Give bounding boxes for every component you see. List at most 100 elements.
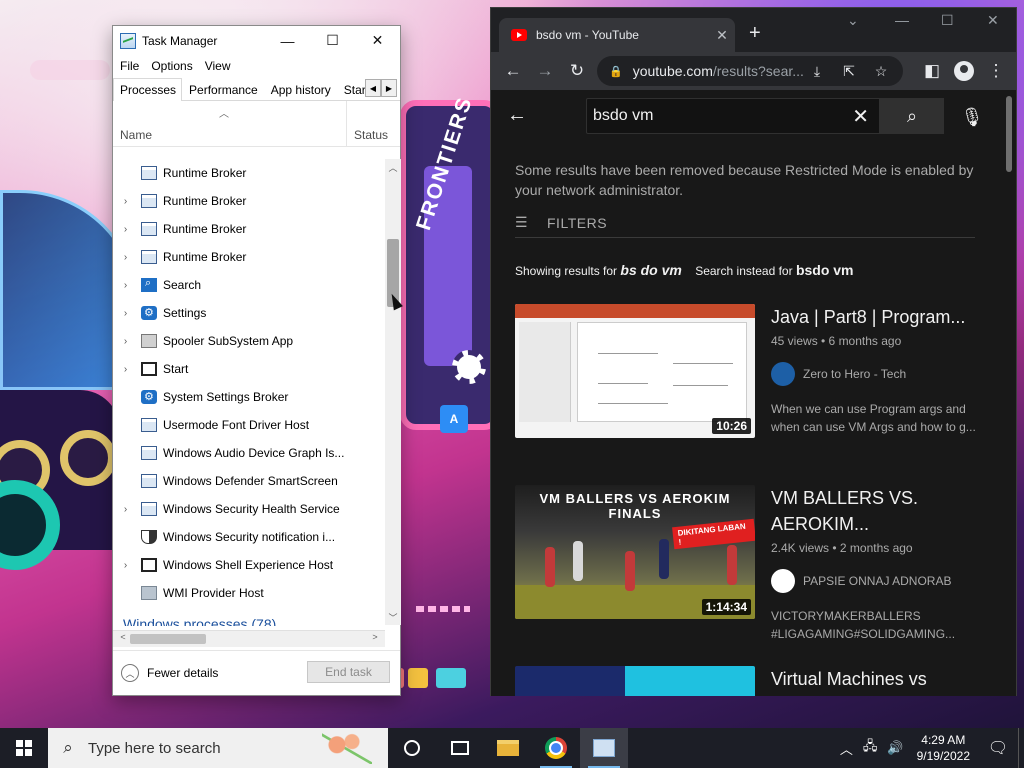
video-result[interactable]: Virtual Machines vs Containers — [515, 666, 985, 696]
scroll-right-icon[interactable]: > — [367, 632, 383, 642]
scroll-left-icon[interactable]: < — [115, 632, 131, 642]
task-manager-titlebar[interactable]: Task Manager — ☐ ✕ — [113, 26, 400, 55]
reload-icon[interactable]: ↻ — [561, 55, 593, 87]
channel-row[interactable]: Zero to Hero - Tech — [771, 362, 985, 386]
tab-search-icon[interactable]: ⌄ — [847, 12, 859, 29]
process-list-scrollbar[interactable]: ︿ ﹀ — [385, 159, 401, 625]
menu-view[interactable]: View — [204, 59, 238, 73]
show-desktop-button[interactable] — [1018, 728, 1024, 768]
process-row[interactable]: Windows Security notification i... — [113, 523, 385, 551]
process-row[interactable]: › Start — [113, 355, 385, 383]
expand-chevron-icon[interactable]: › — [113, 252, 135, 263]
clock[interactable]: 4:29 AM 9/19/2022 — [909, 732, 978, 764]
video-thumbnail[interactable] — [515, 666, 755, 696]
menu-options[interactable]: Options — [150, 59, 199, 73]
original-term-link[interactable]: bsdo vm — [796, 262, 854, 278]
process-row[interactable]: › Search — [113, 271, 385, 299]
video-thumbnail[interactable]: 10:26 — [515, 304, 755, 438]
horizontal-scroll-thumb[interactable] — [130, 634, 206, 644]
new-tab-icon[interactable]: + — [749, 22, 761, 45]
process-row[interactable]: WMI Provider Host — [113, 579, 385, 607]
youtube-search-input[interactable]: bsdo vm ✕ — [586, 98, 880, 134]
process-row[interactable]: Windows Defender SmartScreen — [113, 467, 385, 495]
fewer-details-link[interactable]: Fewer details — [147, 666, 218, 680]
corrected-term-link[interactable]: bs do vm — [620, 262, 681, 278]
process-row[interactable]: Windows Audio Device Graph Is... — [113, 439, 385, 467]
channel-name[interactable]: Zero to Hero - Tech — [803, 367, 906, 381]
close-button[interactable]: ✕ — [355, 26, 400, 55]
lock-icon[interactable]: 🔒 — [609, 65, 623, 78]
microphone-icon[interactable]: 🎙 — [957, 102, 987, 132]
end-task-button[interactable]: End task — [307, 661, 390, 683]
video-title[interactable]: VM BALLERS VS. AEROKIM... — [771, 485, 985, 537]
video-title[interactable]: Java | Part8 | Program... — [771, 304, 985, 330]
process-row[interactable]: › Runtime Broker — [113, 215, 385, 243]
process-row[interactable]: › Windows Shell Experience Host — [113, 551, 385, 579]
browser-maximize-button[interactable]: ☐ — [941, 12, 954, 29]
page-scroll-thumb[interactable] — [1006, 96, 1012, 172]
tray-overflow-chevron-icon[interactable]: ︿ — [835, 739, 858, 758]
menu-file[interactable]: File — [119, 59, 146, 73]
side-panel-icon[interactable]: ◧ — [916, 55, 948, 87]
taskbar-search-box[interactable]: ⌕ Type here to search — [48, 728, 388, 768]
expand-chevron-icon[interactable]: › — [113, 364, 135, 375]
process-row[interactable]: Usermode Font Driver Host — [113, 411, 385, 439]
column-status[interactable]: Status — [346, 101, 388, 147]
video-result[interactable]: VM BALLERS VS AEROKIM FINALS DIKITANG LA… — [515, 485, 985, 641]
process-row[interactable]: › Runtime Broker — [113, 187, 385, 215]
tab-performance[interactable]: Performance — [182, 78, 264, 100]
tab-processes[interactable]: Processes — [113, 78, 183, 101]
back-icon[interactable]: ← — [497, 55, 529, 87]
start-button[interactable] — [0, 728, 48, 768]
video-result[interactable]: 10:26 Java | Part8 | Program... 45 views… — [515, 304, 985, 444]
expand-chevron-icon[interactable]: › — [113, 196, 135, 207]
horizontal-scrollbar[interactable]: < > — [113, 630, 385, 647]
task-manager-taskbar-button[interactable] — [580, 728, 628, 768]
filters-button[interactable]: ☰ FILTERS — [515, 208, 975, 238]
process-row[interactable]: › Windows Security Health Service — [113, 495, 385, 523]
video-title[interactable]: Virtual Machines vs Containers — [771, 666, 985, 696]
share-icon[interactable]: ⇱ — [833, 56, 865, 86]
column-name[interactable]: Name — [120, 128, 152, 142]
process-row[interactable]: › Runtime Broker — [113, 243, 385, 271]
maximize-button[interactable]: ☐ — [310, 26, 355, 55]
tab-app-history[interactable]: App history — [264, 78, 337, 100]
expand-chevron-icon[interactable]: › — [113, 560, 135, 571]
minimize-button[interactable]: — — [265, 26, 310, 55]
channel-avatar[interactable] — [771, 362, 795, 386]
page-scrollbar[interactable] — [1004, 90, 1014, 696]
channel-name[interactable]: PAPSIE ONNAJ ADNORAB — [803, 574, 951, 588]
expand-chevron-icon[interactable]: › — [113, 280, 135, 291]
tab-close-icon[interactable]: ✕ — [709, 27, 735, 44]
youtube-back-icon[interactable]: ← — [507, 104, 527, 127]
volume-icon[interactable]: 🔊 — [882, 740, 908, 756]
browser-tab-active[interactable]: bsdo vm - YouTube ✕ — [499, 18, 735, 52]
tab-scroll-left-icon[interactable]: ◀ — [365, 79, 381, 97]
video-thumbnail[interactable]: VM BALLERS VS AEROKIM FINALS DIKITANG LA… — [515, 485, 755, 619]
channel-row[interactable]: PAPSIE ONNAJ ADNORAB — [771, 569, 985, 593]
browser-close-button[interactable]: ✕ — [987, 12, 999, 29]
browser-minimize-button[interactable]: — — [895, 12, 909, 28]
chevron-up-icon[interactable]: ︿ — [121, 664, 139, 682]
process-row[interactable]: › Spooler SubSystem App — [113, 327, 385, 355]
notifications-icon[interactable]: 🗨 — [978, 728, 1018, 768]
profile-avatar-icon[interactable] — [954, 61, 974, 81]
scroll-up-icon[interactable]: ︿ — [385, 159, 401, 175]
expand-chevron-icon[interactable]: › — [113, 504, 135, 515]
expand-chevron-icon[interactable]: › — [113, 336, 135, 347]
install-icon[interactable]: ⤓ — [801, 56, 833, 86]
process-row[interactable]: Runtime Broker — [113, 159, 385, 187]
tab-scroll-right-icon[interactable]: ▶ — [381, 79, 397, 97]
address-bar[interactable]: 🔒 youtube.com/results?sear... ⤓ ⇱ ☆ — [597, 56, 903, 86]
clear-search-icon[interactable]: ✕ — [852, 104, 869, 129]
forward-icon[interactable]: → — [529, 55, 561, 87]
cortana-button[interactable] — [388, 728, 436, 768]
network-icon[interactable]: 🖧 — [858, 737, 883, 759]
search-highlight-flower-icon[interactable] — [322, 732, 372, 764]
expand-chevron-icon[interactable]: › — [113, 224, 135, 235]
bookmark-star-icon[interactable]: ☆ — [865, 56, 897, 86]
more-menu-icon[interactable]: ⋮ — [980, 55, 1012, 87]
channel-avatar[interactable] — [771, 569, 795, 593]
file-explorer-button[interactable] — [484, 728, 532, 768]
process-row[interactable]: › Settings — [113, 299, 385, 327]
